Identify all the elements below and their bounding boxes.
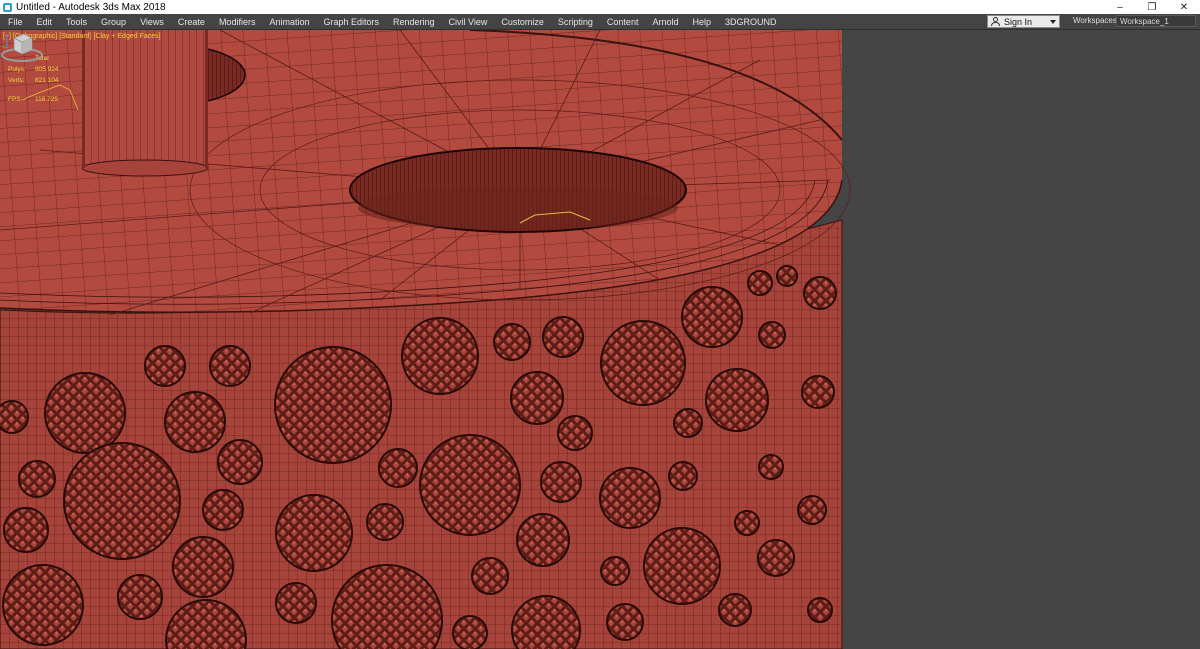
restore-button[interactable]: ❐ [1136, 0, 1168, 14]
verts-value: 821 104 [35, 77, 59, 84]
menu-help[interactable]: Help [685, 17, 718, 27]
close-button[interactable]: ✕ [1168, 0, 1200, 14]
menu-create[interactable]: Create [171, 17, 212, 27]
menu-file[interactable]: File [0, 17, 30, 27]
menu-bar: File Edit Tools Group Views Create Modif… [0, 14, 1200, 30]
menu-modifiers[interactable]: Modifiers [212, 17, 263, 27]
chevron-down-icon [1050, 20, 1056, 24]
title-bar: Untitled - Autodesk 3ds Max 2018 – ❐ ✕ [0, 0, 1200, 14]
window-controls: – ❐ ✕ [1104, 0, 1200, 14]
menu-content[interactable]: Content [600, 17, 646, 27]
sign-in-dropdown[interactable]: Sign In [987, 15, 1060, 28]
menu-arnold[interactable]: Arnold [645, 17, 685, 27]
fps-value: 118.725 [35, 96, 59, 103]
window-title: Untitled - Autodesk 3ds Max 2018 [16, 1, 166, 13]
menu-edit[interactable]: Edit [30, 17, 60, 27]
axis-tripod-icon [1, 34, 13, 49]
menu-tools[interactable]: Tools [59, 17, 94, 27]
polys-label: Polys: [8, 66, 26, 73]
fps-label: FPS: [8, 96, 23, 103]
user-icon [991, 17, 1000, 26]
menu-graph-editors[interactable]: Graph Editors [316, 17, 386, 27]
menu-3dground[interactable]: 3DGROUND [718, 17, 784, 27]
menu-animation[interactable]: Animation [262, 17, 316, 27]
workspaces-label: Workspaces: [1073, 16, 1120, 25]
app-icon [3, 2, 12, 12]
minimize-button[interactable]: – [1104, 0, 1136, 14]
menu-group[interactable]: Group [94, 17, 133, 27]
polys-value: 905 924 [35, 66, 59, 73]
menu-customize[interactable]: Customize [494, 17, 551, 27]
verts-label: Verts: [8, 77, 25, 84]
perspective-viewport[interactable]: [+] [Orthographic] [Standard] [Clay + Ed… [0, 30, 1200, 649]
mesh-render [0, 30, 851, 649]
menu-civil-view[interactable]: Civil View [442, 17, 495, 27]
sign-in-label: Sign In [1004, 16, 1033, 27]
menu-views[interactable]: Views [133, 17, 171, 27]
menu-rendering[interactable]: Rendering [386, 17, 442, 27]
workspace-select[interactable]: Workspace_1 [1116, 15, 1196, 27]
menu-scripting[interactable]: Scripting [551, 17, 600, 27]
